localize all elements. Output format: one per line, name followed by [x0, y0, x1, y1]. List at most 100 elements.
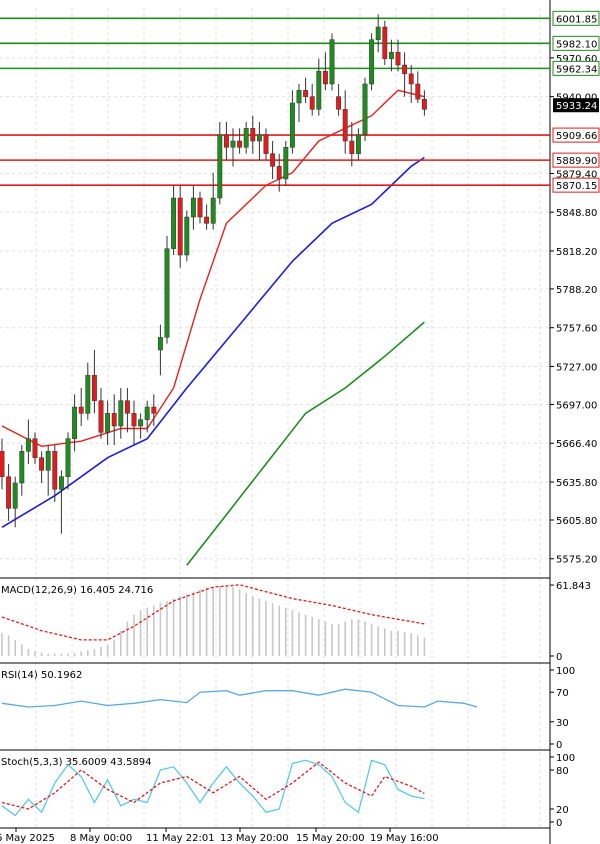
candle-body — [388, 52, 394, 59]
candle-body — [342, 109, 348, 142]
chart-grid — [0, 0, 551, 844]
candle-body — [12, 482, 18, 509]
candle-body — [395, 52, 401, 66]
indicator-tick-label: 100 — [556, 666, 575, 677]
candle-body — [322, 71, 328, 85]
indicator-tick-label: 70 — [556, 688, 569, 699]
candle-body — [369, 39, 375, 85]
candle-body — [243, 128, 249, 148]
candle-body — [157, 337, 163, 351]
macd-panel: MACD(12,26,9) 16.405 24.716 61.843 0 — [1, 581, 591, 663]
current-price-label: 5933.24 — [556, 101, 597, 112]
price-tick-label: 5575.20 — [556, 555, 597, 566]
time-tick-label: 6 May 2025 — [0, 833, 55, 844]
candlestick-series — [0, 14, 427, 534]
price-tick-label: 5757.60 — [556, 324, 597, 335]
level-label: 5870.15 — [556, 181, 597, 192]
candle-body — [105, 413, 111, 433]
candle-body — [111, 413, 117, 427]
indicator-tick-label: 0 — [556, 818, 562, 829]
price-tick-label: 5727.00 — [556, 362, 597, 373]
price-tick-label: 5848.80 — [556, 208, 597, 219]
candle-body — [58, 476, 64, 490]
indicator-tick-label: 20 — [556, 805, 569, 816]
candle-body — [237, 140, 243, 148]
indicator-tick-label: 0 — [556, 740, 562, 751]
indicator-tick-label: 80 — [556, 766, 569, 777]
level-label: 5909.66 — [556, 131, 597, 142]
time-tick-label: 11 May 22:01 — [146, 833, 215, 844]
ma-fast-line — [1, 89, 425, 448]
time-tick-label: 13 May 20:00 — [220, 833, 289, 844]
indicator-tick-label: 61.843 — [556, 581, 591, 592]
candle-body — [164, 248, 170, 338]
candle-body — [408, 73, 414, 85]
candle-body — [32, 438, 38, 458]
time-axis: 6 May 2025 8 May 00:00 11 May 22:01 13 May … — [0, 828, 439, 844]
candle-body — [151, 406, 157, 414]
candle-body — [124, 400, 130, 414]
level-label: 5889.90 — [556, 156, 597, 167]
level-label: 6001.85 — [556, 14, 597, 25]
candle-body — [270, 153, 276, 167]
candle-body — [303, 90, 309, 97]
candle-body — [336, 96, 342, 110]
candle-body — [25, 438, 31, 452]
indicator-label: Stoch(5,3,3) 35.6009 43.5894 — [1, 757, 152, 768]
candle-body — [375, 26, 381, 40]
candle-body — [138, 419, 144, 427]
candle-body — [349, 140, 355, 154]
price-tick-label: 5635.80 — [556, 478, 597, 489]
price-tick-label: 5697.00 — [556, 400, 597, 411]
level-label: 5962.34 — [556, 64, 597, 75]
candle-body — [118, 400, 124, 427]
price-tick-label: 5818.20 — [556, 247, 597, 258]
candle-body — [289, 102, 295, 148]
candle-body — [283, 147, 289, 180]
candle-body — [421, 98, 427, 110]
candle-body — [52, 451, 58, 490]
candle-body — [263, 134, 269, 154]
candle-body — [45, 451, 51, 471]
candle-body — [131, 413, 137, 427]
candle-body — [250, 128, 256, 142]
trading-chart[interactable]: 5970.605940.005879.405848.805818.205788.… — [0, 0, 600, 844]
indicator-tick-label: 30 — [556, 718, 569, 729]
price-tick-label: 5788.20 — [556, 285, 597, 296]
indicator-tick-label: 0 — [556, 652, 562, 663]
candle-body — [78, 406, 84, 414]
candle-body — [39, 457, 45, 471]
price-axis: 5970.605940.005879.405848.805818.205788.… — [550, 10, 600, 566]
candle-body — [316, 71, 322, 110]
price-tick-label: 5605.80 — [556, 516, 597, 527]
candle-body — [19, 451, 25, 484]
indicator-label: RSI(14) 50.1962 — [1, 670, 82, 681]
candle-body — [355, 134, 361, 154]
candle-body — [296, 90, 302, 104]
time-tick-label: 19 May 16:00 — [370, 833, 439, 844]
candle-body — [85, 375, 91, 414]
candle-body — [65, 438, 71, 477]
stoch-k-line — [1, 759, 425, 817]
indicator-tick-label: 100 — [556, 753, 575, 764]
candle-body — [382, 26, 388, 59]
candle-body — [184, 216, 190, 256]
candle-body — [217, 134, 223, 199]
rsi-line — [1, 688, 478, 708]
candle-body — [144, 406, 150, 420]
candle-body — [171, 197, 177, 249]
candle-body — [0, 451, 5, 477]
candle-body — [6, 476, 12, 509]
candle-body — [98, 400, 104, 433]
level-label: 5982.10 — [556, 39, 597, 50]
candle-body — [204, 216, 210, 224]
time-tick-label: 15 May 20:00 — [296, 833, 365, 844]
candle-body — [190, 197, 196, 218]
candle-body — [402, 64, 408, 75]
candle-body — [91, 375, 97, 401]
candle-body — [415, 83, 421, 100]
indicator-label: MACD(12,26,9) 16.405 24.716 — [1, 585, 153, 596]
candle-body — [276, 166, 282, 180]
candle-body — [223, 134, 229, 148]
candle-body — [329, 39, 335, 85]
